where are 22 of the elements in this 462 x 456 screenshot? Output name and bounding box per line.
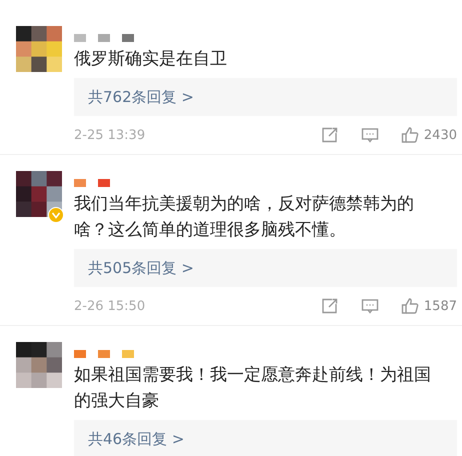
replies-link[interactable]: 共762条回复 > [74,78,457,116]
comment-time: 2-26 15:50 [74,298,146,314]
comment-text: 我们当年抗美援朝为的啥，反对萨德禁韩为的啥？这么简单的道理很多脑残不懂。 [74,193,415,242]
like-button[interactable]: 1587 [400,297,457,315]
thumbs-up-icon [400,126,420,144]
avatar[interactable] [16,171,62,217]
replies-link[interactable]: 共46条回复 > [74,420,457,456]
avatar[interactable] [16,342,62,388]
redacted-username [74,179,110,187]
like-button[interactable]: 2430 [400,126,457,144]
thumbs-up-icon [400,297,420,315]
comment-text: 如果祖国需要我！我一定愿意奔赴前线！为祖国的强大自豪 [74,364,432,413]
comment-icon[interactable] [360,297,380,315]
comment-text: 俄罗斯确实是在自卫 [74,48,228,71]
avatar[interactable] [16,26,62,72]
replies-link[interactable]: 共505条回复 > [74,249,457,287]
share-icon[interactable] [320,297,340,315]
share-icon[interactable] [320,126,340,144]
comment-icon[interactable] [360,126,380,144]
redacted-username [74,350,134,358]
redacted-username [74,34,134,42]
comment-time: 2-25 13:39 [74,128,146,142]
